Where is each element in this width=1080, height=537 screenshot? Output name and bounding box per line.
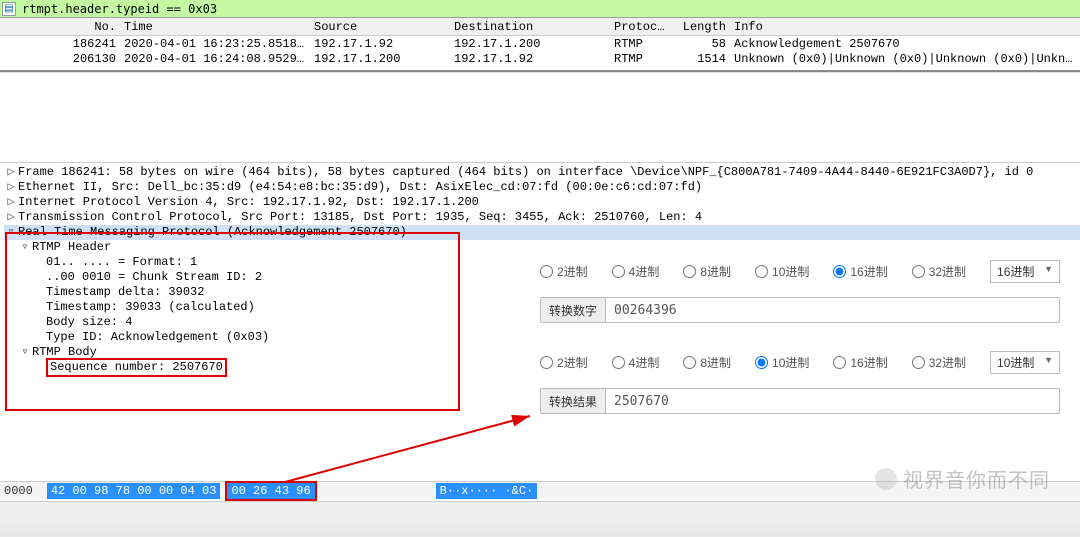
radix-32[interactable]: 32进制: [912, 263, 966, 280]
radix-32[interactable]: 32进制: [912, 354, 966, 371]
col-src-header[interactable]: Source: [310, 19, 450, 35]
packet-row[interactable]: 186241 2020-04-01 16:23:25.851876 192.17…: [0, 36, 1080, 51]
radix-10[interactable]: 10进制: [755, 354, 809, 371]
packet-list[interactable]: 186241 2020-04-01 16:23:25.851876 192.17…: [0, 36, 1080, 72]
radix-8[interactable]: 8进制: [683, 263, 731, 280]
status-bar: [0, 501, 1080, 537]
radix-2[interactable]: 2进制: [540, 354, 588, 371]
expand-icon[interactable]: ▷: [4, 195, 18, 210]
conversion-result-value: 2507670: [606, 389, 1059, 413]
expand-icon[interactable]: ▷: [4, 180, 18, 195]
display-filter-input[interactable]: [18, 1, 1078, 17]
packet-list-header: No. Time Source Destination Protocol Len…: [0, 18, 1080, 36]
col-len-header[interactable]: Length: [670, 19, 730, 35]
hex-ascii: B··x···· ·&C·: [436, 483, 538, 499]
tree-rtmp[interactable]: ▿Real Time Messaging Protocol (Acknowled…: [4, 225, 1080, 240]
output-radix-select[interactable]: 10进制: [990, 351, 1060, 374]
output-radix-group: 2进制 4进制 8进制 10进制 16进制 32进制 10进制: [540, 351, 1060, 374]
conversion-number-row: 转换数字 00264396: [540, 297, 1060, 323]
radix-4[interactable]: 4进制: [612, 354, 660, 371]
radix-conversion-panel: 2进制 4进制 8进制 10进制 16进制 32进制 16进制 转换数字 002…: [540, 260, 1060, 414]
expand-icon[interactable]: ▷: [4, 165, 18, 180]
collapse-icon[interactable]: ▿: [18, 345, 32, 360]
wechat-icon: [875, 468, 897, 490]
annotation-arrow: [280, 410, 540, 490]
col-proto-header[interactable]: Protocol: [610, 19, 670, 35]
hex-bytes-1[interactable]: 42 00 98 78 00 00 04 03: [47, 483, 221, 499]
col-time-header[interactable]: Time: [120, 19, 310, 35]
hex-bytes-2[interactable]: 00 26 43 96: [226, 482, 315, 500]
hex-offset: 0000: [4, 484, 33, 498]
tree-tcp[interactable]: ▷Transmission Control Protocol, Src Port…: [4, 210, 1080, 225]
collapse-icon[interactable]: ▿: [4, 225, 18, 240]
watermark: 视界音你而不同: [875, 464, 1050, 493]
col-info-header[interactable]: Info: [730, 19, 1080, 35]
input-radix-select[interactable]: 16进制: [990, 260, 1060, 283]
tree-ip[interactable]: ▷Internet Protocol Version 4, Src: 192.1…: [4, 195, 1080, 210]
conversion-result-label: 转换结果: [541, 389, 606, 413]
conversion-result-row: 转换结果 2507670: [540, 388, 1060, 414]
radix-4[interactable]: 4进制: [612, 263, 660, 280]
col-dst-header[interactable]: Destination: [450, 19, 610, 35]
radix-8[interactable]: 8进制: [683, 354, 731, 371]
bookmark-icon[interactable]: ▤: [2, 2, 16, 16]
expand-icon[interactable]: ▷: [4, 210, 18, 225]
conversion-number-label: 转换数字: [541, 298, 606, 322]
tree-frame[interactable]: ▷Frame 186241: 58 bytes on wire (464 bit…: [4, 165, 1080, 180]
blank-area: [0, 72, 1080, 162]
conversion-number-input[interactable]: 00264396: [606, 298, 1059, 322]
radix-16[interactable]: 16进制: [833, 354, 887, 371]
tree-rtmp-header[interactable]: ▿RTMP Header: [4, 240, 1080, 255]
radix-2[interactable]: 2进制: [540, 263, 588, 280]
col-no-header[interactable]: No.: [0, 19, 120, 35]
collapse-icon[interactable]: ▿: [18, 240, 32, 255]
radix-10[interactable]: 10进制: [755, 263, 809, 280]
tree-eth[interactable]: ▷Ethernet II, Src: Dell_bc:35:d9 (e4:54:…: [4, 180, 1080, 195]
radix-16[interactable]: 16进制: [833, 263, 887, 280]
display-filter-bar[interactable]: ▤: [0, 0, 1080, 18]
input-radix-group: 2进制 4进制 8进制 10进制 16进制 32进制 16进制: [540, 260, 1060, 283]
packet-row[interactable]: 206130 2020-04-01 16:24:08.952914 192.17…: [0, 51, 1080, 66]
